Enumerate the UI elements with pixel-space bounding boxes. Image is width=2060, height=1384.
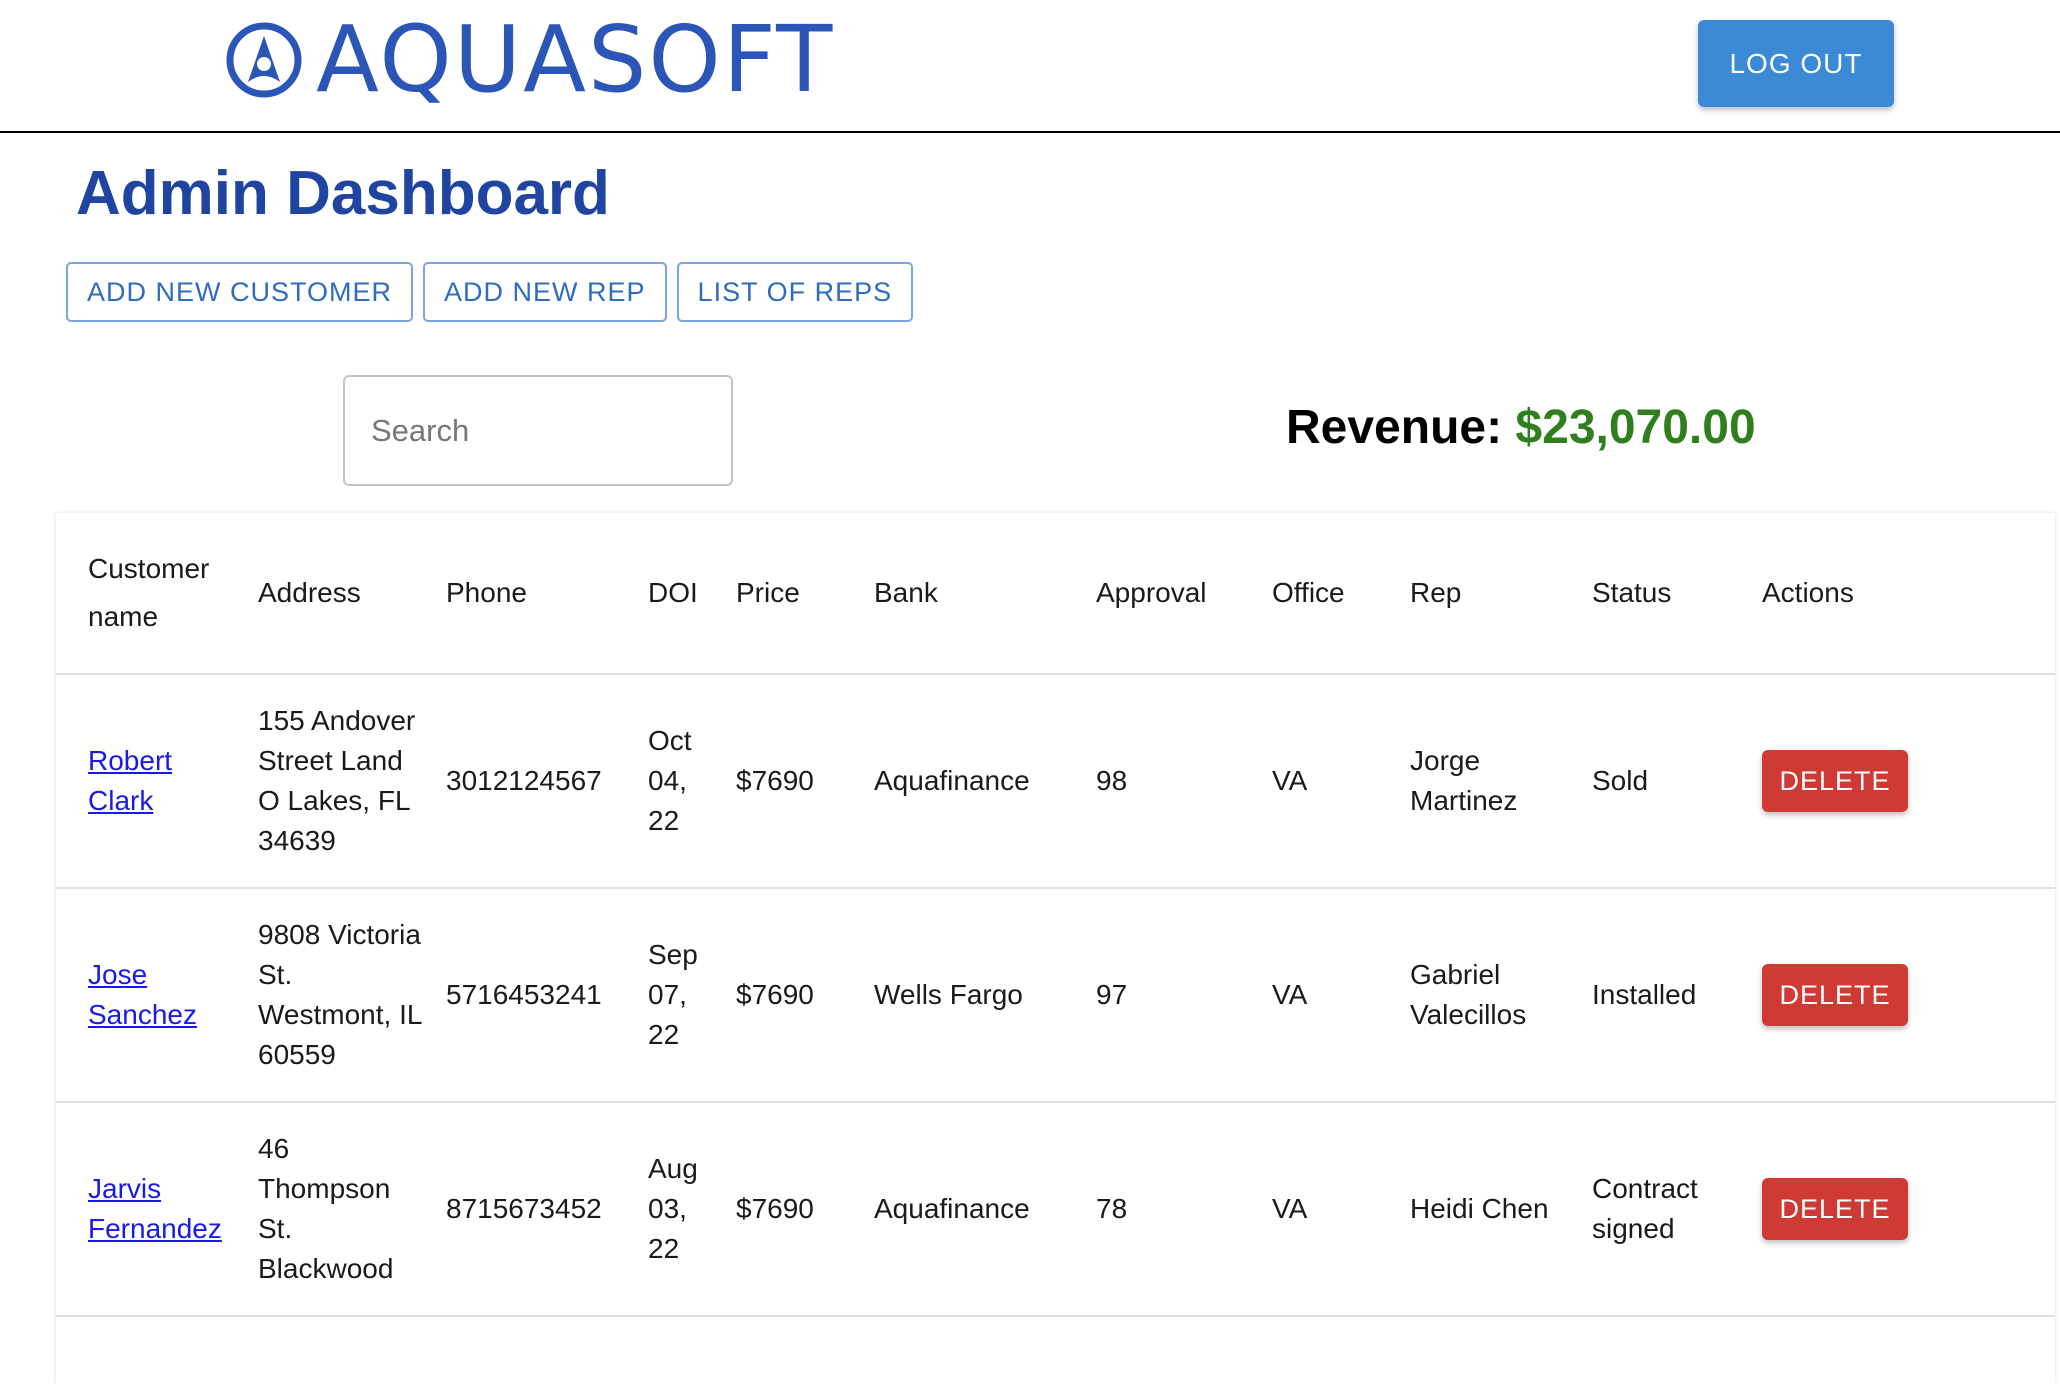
column-header-office[interactable]: Office	[1262, 513, 1400, 675]
list-of-reps-button[interactable]: LIST OF REPS	[676, 262, 914, 322]
column-header-approval[interactable]: Approval	[1086, 513, 1262, 675]
column-header-customer-name[interactable]: Customer name	[56, 513, 248, 675]
cell-office: VA	[1272, 765, 1308, 796]
cell-address: 155 Andover Street Land O Lakes, FL 3463…	[258, 705, 416, 856]
cell-customer-name: Robert Clark	[56, 674, 248, 888]
cell-approval: 78	[1096, 1193, 1128, 1224]
cell-status: Sold	[1592, 765, 1649, 796]
add-new-customer-button[interactable]: ADD NEW CUSTOMER	[66, 262, 414, 322]
delete-button[interactable]: DELETE	[1762, 964, 1908, 1026]
cell-approval: 97	[1096, 979, 1128, 1010]
cell-bank: Aquafinance	[874, 1193, 1030, 1224]
logout-button[interactable]: LOG OUT	[1698, 20, 1894, 107]
cell-customer-name: Jarvis Fernandez	[56, 1102, 248, 1316]
cell-phone: 5716453241	[446, 979, 602, 1010]
column-header-status[interactable]: Status	[1582, 513, 1752, 675]
customers-table-container: Customer name Address Phone DOI Price Ba…	[56, 513, 2055, 1384]
column-header-doi[interactable]: DOI	[638, 513, 726, 675]
cell-actions: DELETE	[1752, 888, 2055, 1102]
cell-price: $7690	[736, 979, 814, 1010]
add-new-rep-button[interactable]: ADD NEW REP	[423, 262, 667, 322]
customer-link[interactable]: Robert Clark	[88, 745, 172, 816]
cell-rep: Jorge Martinez	[1410, 745, 1518, 816]
cell-doi: Sep 07, 22	[648, 939, 698, 1050]
cell-actions: DELETE	[1752, 674, 2055, 888]
column-header-actions: Actions	[1752, 513, 2055, 675]
action-toolbar: ADD NEW CUSTOMER ADD NEW REP LIST OF REP…	[66, 262, 914, 322]
search-input[interactable]	[343, 375, 733, 486]
top-bar: AQUASOFT LOG OUT	[0, 0, 2060, 133]
cell-address: 9808 Victoria St. Westmont, IL 60559	[258, 919, 422, 1070]
delete-button[interactable]: DELETE	[1762, 1178, 1908, 1240]
aquasoft-logo-icon	[226, 22, 302, 98]
cell-bank: Wells Fargo	[874, 979, 1023, 1010]
cell-address: 46 Thompson St. Blackwood	[258, 1133, 394, 1284]
cell-doi: Aug 03, 22	[648, 1153, 698, 1264]
revenue-label: Revenue:	[1286, 401, 1503, 454]
cell-rep: Heidi Chen	[1410, 1193, 1549, 1224]
page-title: Admin Dashboard	[76, 159, 610, 228]
customers-table: Customer name Address Phone DOI Price Ba…	[56, 513, 2055, 1317]
cell-actions: DELETE	[1752, 1102, 2055, 1316]
cell-price: $7690	[736, 765, 814, 796]
cell-customer-name: Jose Sanchez	[56, 888, 248, 1102]
cell-doi: Oct 04, 22	[648, 725, 692, 836]
column-header-bank[interactable]: Bank	[864, 513, 1086, 675]
table-body: Robert Clark 155 Andover Street Land O L…	[56, 674, 2055, 1316]
cell-office: VA	[1272, 1193, 1308, 1224]
column-header-price[interactable]: Price	[726, 513, 864, 675]
cell-status: Contract signed	[1592, 1173, 1698, 1244]
revenue-value: $23,070.00	[1515, 401, 1756, 454]
table-header-row: Customer name Address Phone DOI Price Ba…	[56, 513, 2055, 675]
table-row: Jarvis Fernandez 46 Thompson St. Blackwo…	[56, 1102, 2055, 1316]
cell-approval: 98	[1096, 765, 1128, 796]
table-row: Robert Clark 155 Andover Street Land O L…	[56, 674, 2055, 888]
cell-price: $7690	[736, 1193, 814, 1224]
delete-button[interactable]: DELETE	[1762, 750, 1908, 812]
revenue-summary: Revenue: $23,070.00	[1286, 400, 1756, 455]
cell-phone: 3012124567	[446, 765, 602, 796]
brand-name: AQUASOFT	[316, 6, 835, 113]
cell-bank: Aquafinance	[874, 765, 1030, 796]
column-header-phone[interactable]: Phone	[436, 513, 638, 675]
cell-office: VA	[1272, 979, 1308, 1010]
column-header-address[interactable]: Address	[248, 513, 436, 675]
column-header-rep[interactable]: Rep	[1400, 513, 1582, 675]
customer-link[interactable]: Jarvis Fernandez	[88, 1173, 222, 1244]
customer-link[interactable]: Jose Sanchez	[88, 959, 197, 1030]
table-row: Jose Sanchez 9808 Victoria St. Westmont,…	[56, 888, 2055, 1102]
cell-rep: Gabriel Valecillos	[1410, 959, 1527, 1030]
brand-logo[interactable]: AQUASOFT	[224, 14, 834, 106]
table-header: Customer name Address Phone DOI Price Ba…	[56, 513, 2055, 675]
cell-status: Installed	[1592, 979, 1697, 1010]
cell-phone: 8715673452	[446, 1193, 602, 1224]
